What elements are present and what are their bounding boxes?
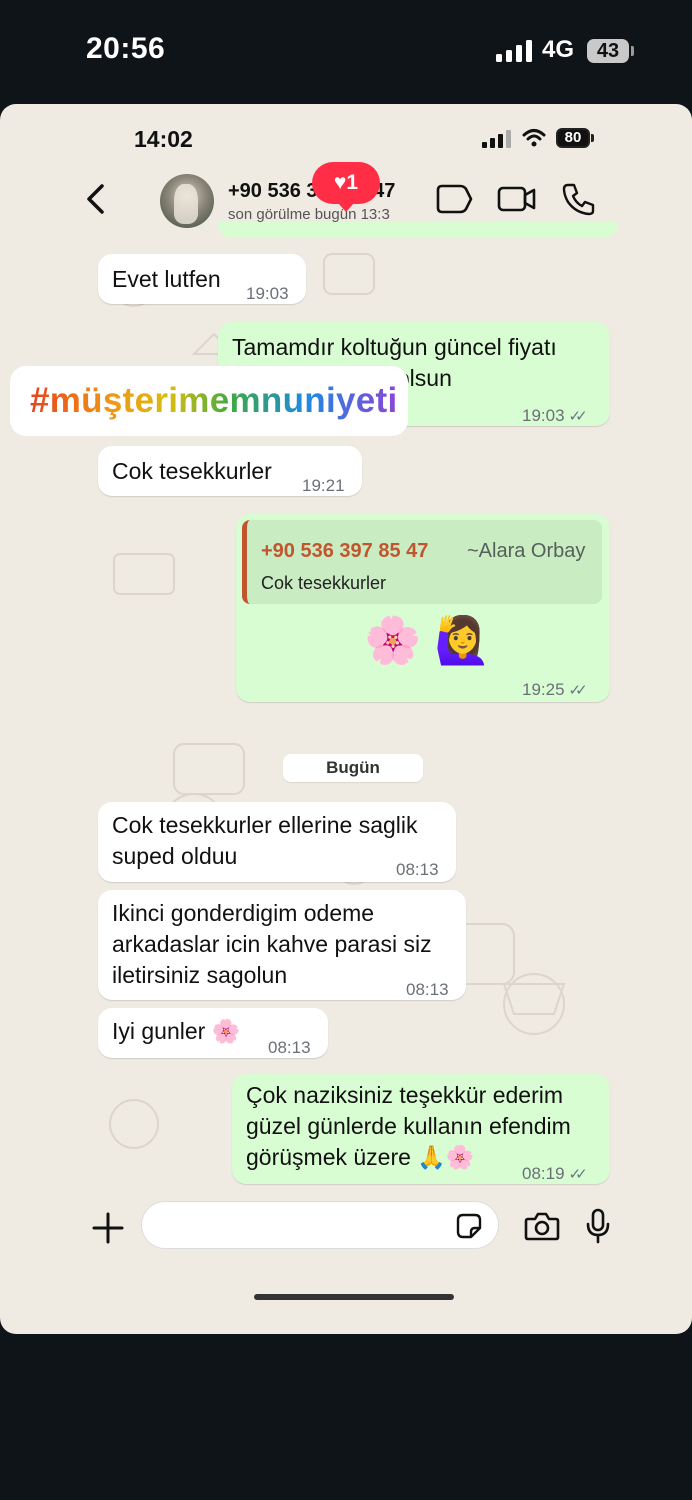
inner-battery-level: 80 (564, 129, 582, 146)
message-text: Ikinci gonderdigim odeme arkadaslar icin… (112, 900, 432, 988)
camera-icon[interactable] (524, 1210, 560, 1242)
message-text: Evet lutfen (112, 266, 221, 292)
home-indicator[interactable] (254, 1294, 454, 1300)
day-separator: Bugün (283, 754, 423, 782)
quoted-sender-name: ~Alara Orbay (467, 540, 586, 562)
message-time: 08:13 (406, 980, 449, 999)
screenshot-card: 14:02 80 +90 536 397 85 47 son görülme b… (0, 104, 692, 1334)
like-notification-badge: ♥1 (312, 162, 380, 212)
message-bubble-incoming[interactable]: Cok tesekkurler 19:21 (98, 446, 362, 496)
avatar[interactable] (160, 174, 214, 228)
message-meta: 08:19 ✓✓ (522, 1158, 588, 1190)
outer-status-bar: 20:56 4G 43 (0, 0, 692, 100)
message-input-bar (0, 1200, 692, 1270)
emoji-message: 🌸 🙋‍♀️ (364, 614, 492, 666)
hashtag-sticker[interactable]: #müşterimemnuniyeti (10, 366, 408, 436)
message-text: Cok tesekkurler ellerine saglik suped ol… (112, 812, 418, 869)
read-receipt-icon: ✓✓ (568, 408, 588, 425)
message-bubble-incoming[interactable]: Iyi gunler 🌸 08:13 (98, 1008, 328, 1058)
microphone-icon[interactable] (586, 1208, 610, 1244)
hashtag-text: #müşterimemnuniyeti (30, 381, 398, 420)
read-receipt-icon: ✓✓ (568, 682, 588, 699)
message-time: 19:21 (302, 476, 345, 495)
message-meta: 19:25 ✓✓ (522, 674, 588, 706)
message-bubble-outgoing[interactable]: Çok naziksiniz teşekkür ederim güzel gün… (232, 1074, 610, 1184)
back-chevron-icon[interactable] (82, 182, 108, 216)
inner-clock: 14:02 (134, 126, 193, 152)
read-receipt-icon: ✓✓ (568, 1166, 588, 1183)
message-time: 19:25 (522, 680, 565, 699)
last-seen-status: son görülme bugün 13:3 (228, 206, 390, 223)
outer-clock: 20:56 (86, 32, 166, 65)
message-time: 08:13 (268, 1038, 311, 1057)
label-icon[interactable] (434, 182, 474, 216)
phone-icon[interactable] (560, 182, 600, 216)
battery-level: 43 (596, 40, 620, 62)
quoted-phone: +90 536 397 85 47 (261, 540, 429, 562)
network-type: 4G (542, 36, 575, 63)
inner-battery-nub (591, 134, 594, 142)
quoted-message[interactable]: +90 536 397 85 47 ~Alara Orbay Cok tesek… (242, 520, 602, 604)
wifi-icon (522, 129, 546, 147)
message-time: 08:13 (396, 860, 439, 879)
partial-message-bubble (218, 222, 618, 238)
message-bubble-incoming[interactable]: Evet lutfen 19:03 (98, 254, 306, 304)
message-text: Cok tesekkurler (112, 458, 272, 484)
message-time: 19:03 (522, 406, 565, 425)
message-bubble-outgoing-reply[interactable]: +90 536 397 85 47 ~Alara Orbay Cok tesek… (236, 514, 610, 702)
video-call-icon[interactable] (497, 182, 537, 216)
message-input[interactable] (142, 1202, 498, 1248)
inner-battery-icon: 80 (556, 128, 590, 148)
message-bubble-incoming[interactable]: Cok tesekkurler ellerine saglik suped ol… (98, 802, 456, 882)
battery-icon: 43 (587, 39, 629, 63)
sticker-icon[interactable] (455, 1212, 483, 1240)
battery-nub (631, 46, 634, 56)
message-meta: 19:03 ✓✓ (522, 400, 588, 432)
plus-icon[interactable] (92, 1212, 124, 1244)
cellular-signal-icon (496, 40, 532, 62)
inner-signal-icon (482, 130, 511, 148)
quoted-text: Cok tesekkurler (261, 573, 387, 593)
message-time: 19:03 (246, 284, 289, 303)
message-text: Iyi gunler 🌸 (112, 1018, 241, 1044)
message-time: 08:19 (522, 1164, 565, 1183)
message-bubble-incoming[interactable]: Ikinci gonderdigim odeme arkadaslar icin… (98, 890, 466, 1000)
